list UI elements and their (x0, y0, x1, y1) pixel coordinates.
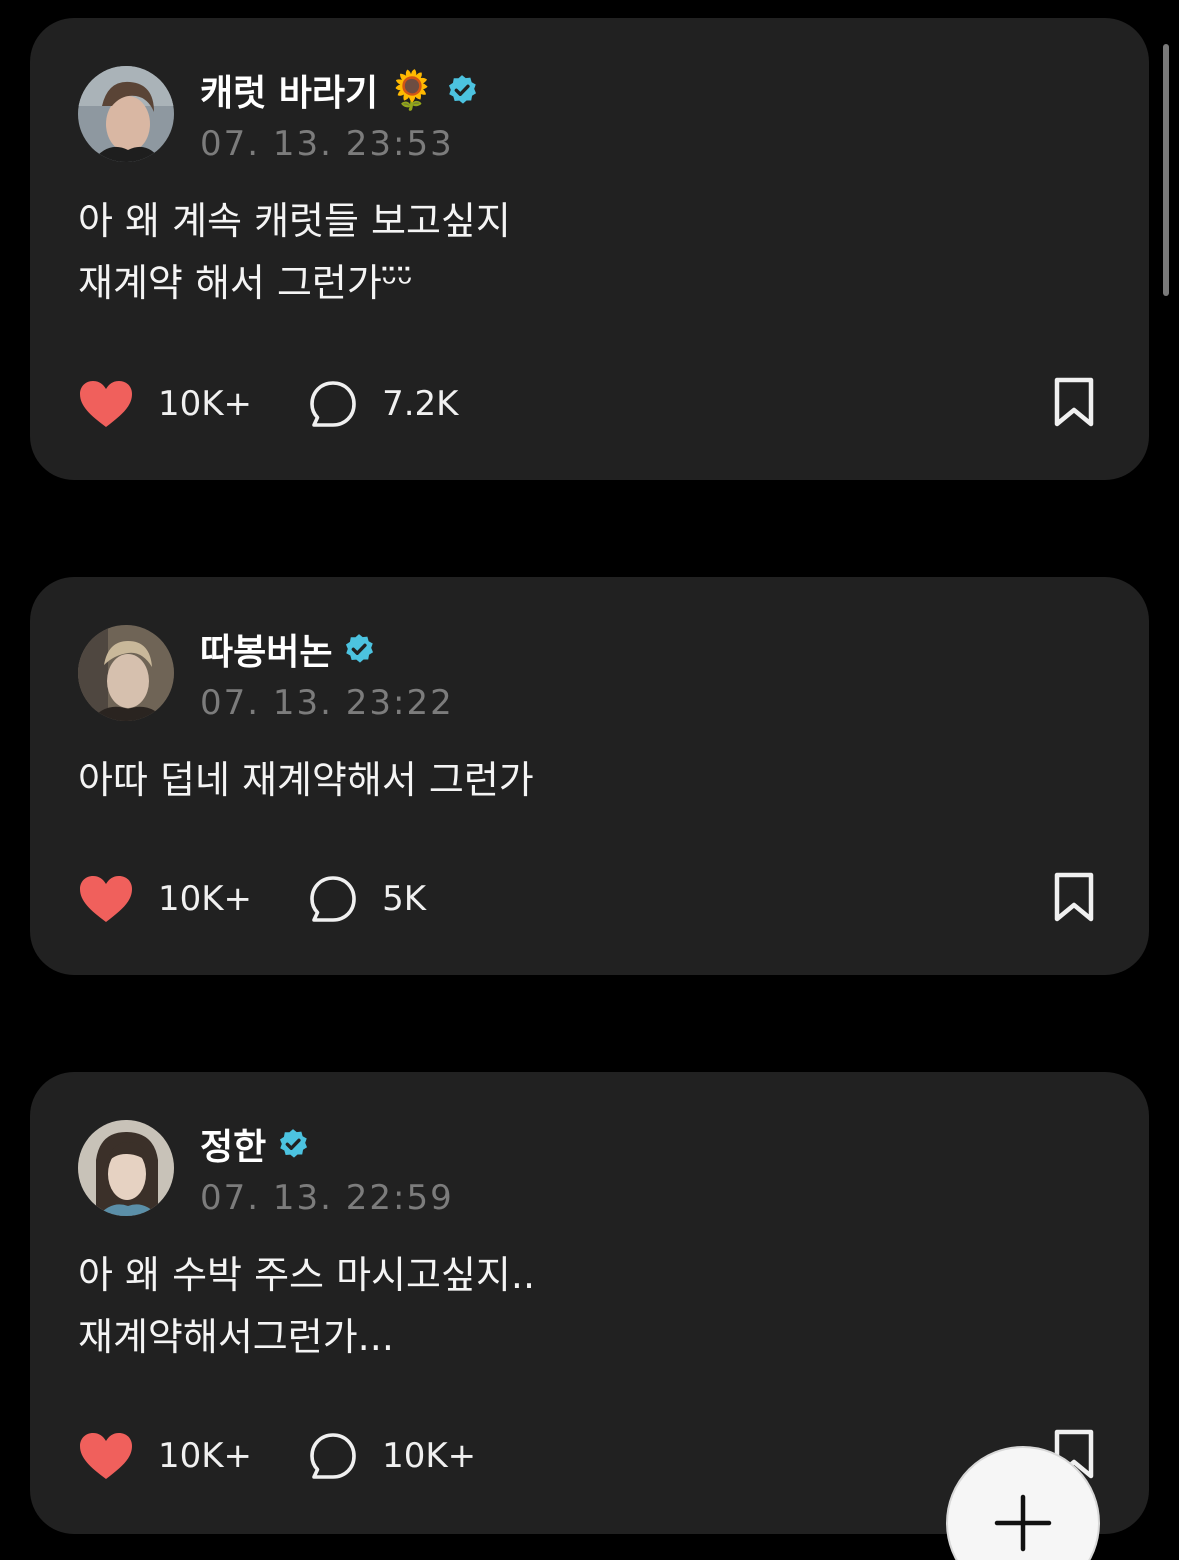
post-actions: 10K+ 5K (78, 871, 1097, 927)
post-body: 아따 덥네 재계약해서 그런가 (78, 749, 534, 811)
speech-bubble-icon (310, 876, 356, 922)
post-text-line: 재계약해서그런가... (78, 1315, 394, 1359)
avatar[interactable] (78, 625, 174, 721)
author-name[interactable]: 캐럿 바라기 (200, 64, 378, 116)
heart-icon (80, 381, 132, 427)
post-text-line: 재계약 해서 그런가ᵕ̈ᵕ̈ (78, 261, 414, 305)
post-actions: 10K+ 7.2K (78, 376, 1097, 432)
verified-badge-icon (346, 634, 374, 663)
bookmark-button[interactable] (1051, 376, 1097, 432)
heart-icon (80, 876, 132, 922)
like-button[interactable]: 10K+ (78, 1431, 252, 1481)
post-feed: 캐럿 바라기 🌻 07. 13. 23:53 아 왜 계속 캐럿들 보고싶지 재… (0, 0, 1179, 1560)
author-row: 따봉버논 (200, 625, 376, 673)
comment-button[interactable]: 10K+ (308, 1431, 476, 1481)
post-text-line: 아따 덥네 재계약해서 그런가 (78, 758, 534, 802)
like-button[interactable]: 10K+ (78, 874, 252, 924)
bookmark-icon (1054, 872, 1094, 922)
like-button[interactable]: 10K+ (78, 379, 252, 429)
speech-bubble-icon (310, 381, 356, 427)
verified-badge-icon (280, 1129, 308, 1158)
heart-icon (80, 1433, 132, 1479)
post-body: 아 왜 수박 주스 마시고싶지.. 재계약해서그런가... (78, 1244, 535, 1368)
sunflower-emoji: 🌻 (388, 68, 436, 112)
post-card[interactable]: 따봉버논 07. 13. 23:22 아따 덥네 재계약해서 그런가 10K+ … (30, 577, 1149, 975)
post-actions: 10K+ 10K+ (78, 1428, 1097, 1484)
comment-count: 10K+ (382, 1436, 477, 1476)
author-row: 캐럿 바라기 🌻 (200, 66, 479, 114)
bookmark-button[interactable] (1051, 871, 1097, 927)
like-count: 10K+ (158, 879, 253, 919)
comment-count: 7.2K (382, 384, 459, 424)
post-card[interactable]: 캐럿 바라기 🌻 07. 13. 23:53 아 왜 계속 캐럿들 보고싶지 재… (30, 18, 1149, 480)
like-count: 10K+ (158, 1436, 253, 1476)
post-body: 아 왜 계속 캐럿들 보고싶지 재계약 해서 그런가ᵕ̈ᵕ̈ (78, 190, 511, 314)
scrollbar[interactable] (1163, 44, 1169, 296)
avatar[interactable] (78, 66, 174, 162)
plus-icon (994, 1494, 1052, 1552)
comment-button[interactable]: 5K (308, 874, 426, 924)
post-timestamp: 07. 13. 23:53 (200, 124, 454, 164)
author-name[interactable]: 정한 (200, 1118, 266, 1170)
comment-button[interactable]: 7.2K (308, 379, 458, 429)
post-timestamp: 07. 13. 22:59 (200, 1178, 454, 1218)
comment-count: 5K (382, 879, 426, 919)
post-text-line: 아 왜 수박 주스 마시고싶지.. (78, 1253, 536, 1297)
bookmark-icon (1054, 377, 1094, 427)
post-text-line: 아 왜 계속 캐럿들 보고싶지 (78, 199, 511, 243)
author-name[interactable]: 따봉버논 (200, 623, 332, 675)
author-row: 정한 (200, 1120, 310, 1168)
verified-badge-icon (449, 75, 477, 104)
post-timestamp: 07. 13. 23:22 (200, 683, 454, 723)
speech-bubble-icon (310, 1433, 356, 1479)
like-count: 10K+ (158, 384, 253, 424)
avatar[interactable] (78, 1120, 174, 1216)
